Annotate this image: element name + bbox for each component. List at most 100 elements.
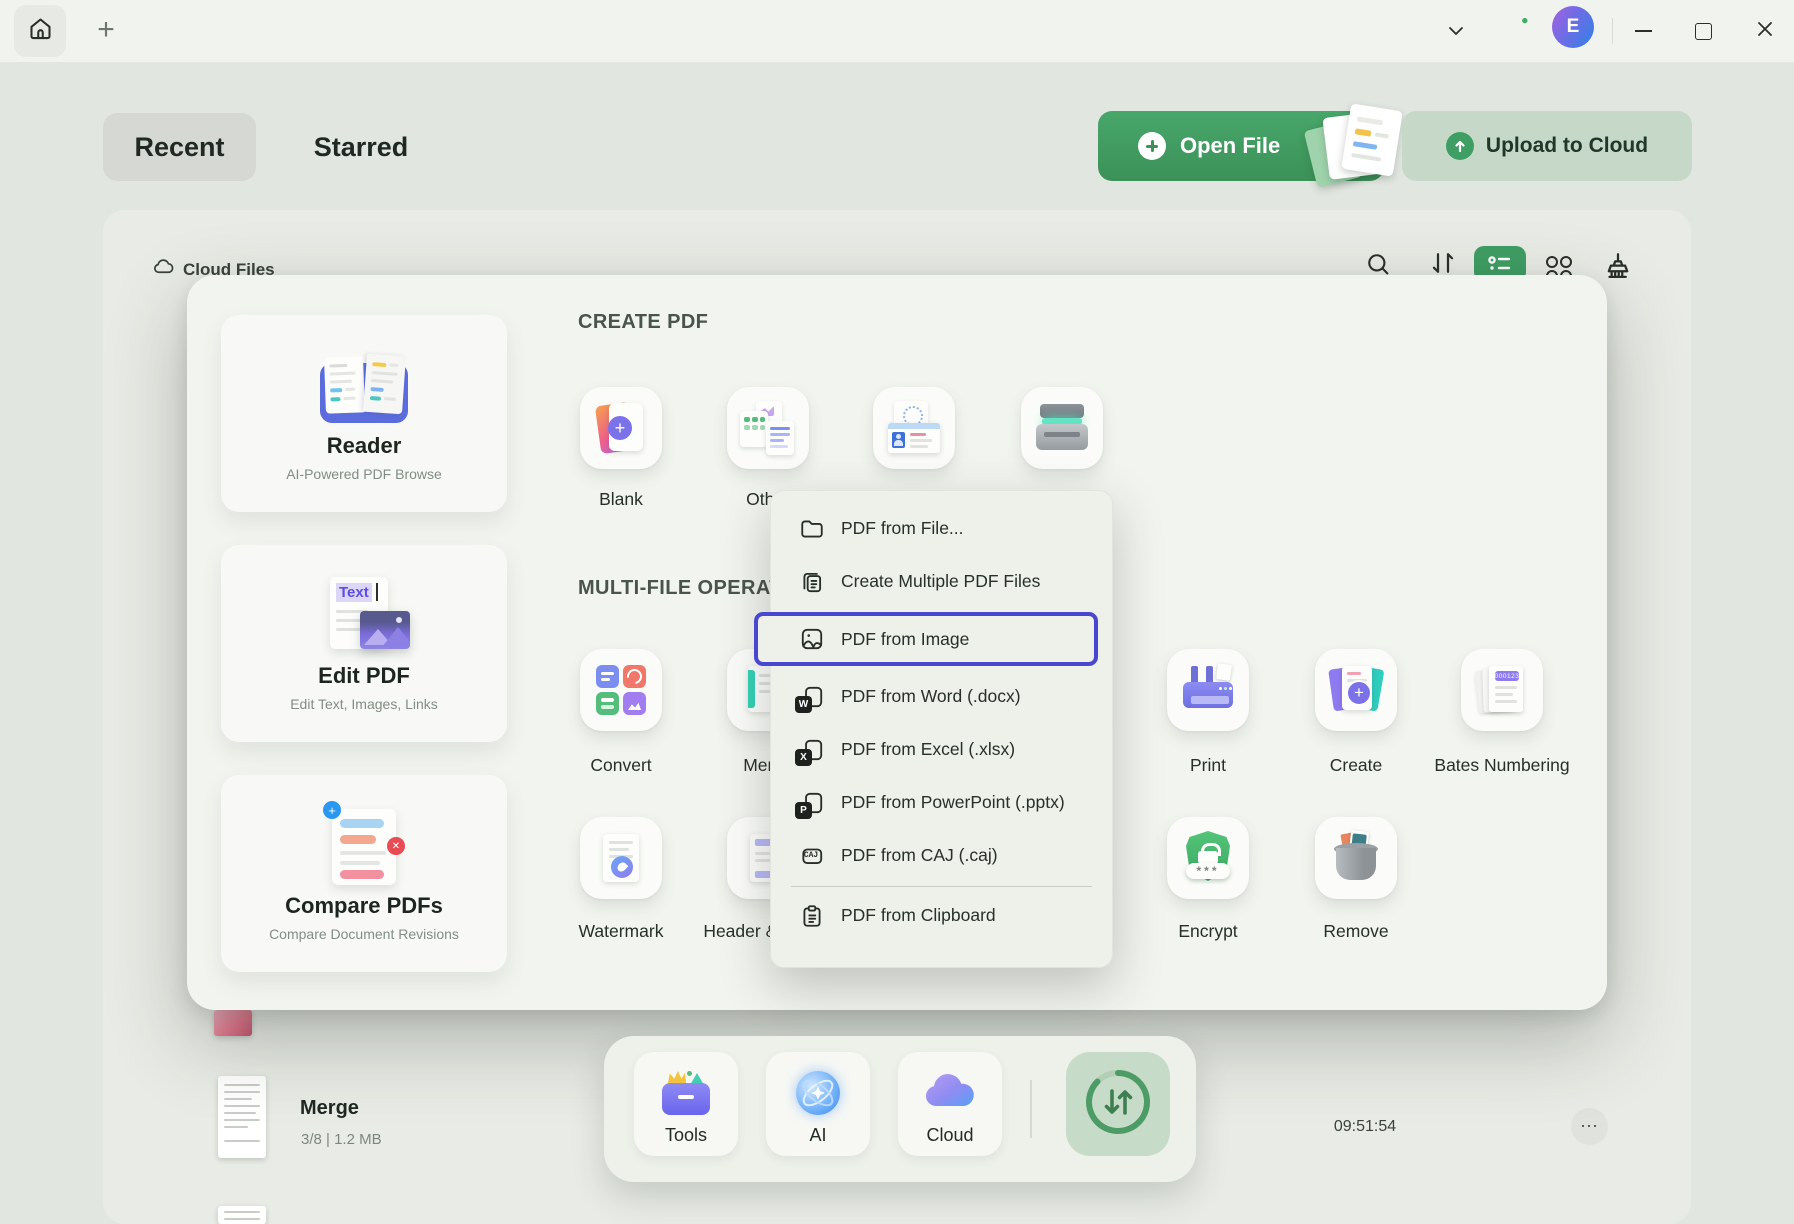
- new-tab-button[interactable]: +: [88, 12, 124, 48]
- menu-item-pdf-from-image[interactable]: PDF from Image: [754, 612, 1098, 666]
- other-formats-icon: [740, 401, 796, 455]
- transfer-progress-button[interactable]: [1066, 1052, 1170, 1156]
- dock-tools-button[interactable]: Tools: [634, 1052, 738, 1156]
- watermark-tile[interactable]: [580, 817, 662, 899]
- ai-icon: [792, 1069, 844, 1117]
- image-icon: [799, 626, 825, 652]
- avatar[interactable]: E: [1552, 6, 1594, 48]
- edit-pdf-icon: Text: [316, 545, 412, 657]
- encrypt-tile[interactable]: ***: [1167, 817, 1249, 899]
- merge-file-thumbnail[interactable]: [218, 1076, 266, 1158]
- blank-pdf-icon: +: [594, 401, 648, 455]
- close-button[interactable]: [1745, 13, 1785, 49]
- tab-starred[interactable]: Starred: [296, 113, 426, 181]
- titlebar-divider: [1612, 18, 1613, 44]
- chevron-down-icon[interactable]: [1438, 14, 1474, 48]
- remove-bin-icon: [1330, 831, 1382, 885]
- powerpoint-file-icon: P: [799, 790, 825, 816]
- print-icon: [1181, 664, 1235, 716]
- dock-ai-label: AI: [809, 1125, 826, 1146]
- close-icon: [1756, 20, 1774, 43]
- create-batch-tile[interactable]: +: [1315, 649, 1397, 731]
- convert-tile[interactable]: [580, 649, 662, 731]
- menu-item-create-multiple[interactable]: Create Multiple PDF Files: [771, 555, 1112, 608]
- menu-item-pdf-from-powerpoint[interactable]: P PDF from PowerPoint (.pptx): [771, 776, 1112, 829]
- clean-button[interactable]: [1601, 250, 1635, 289]
- print-tile[interactable]: [1167, 649, 1249, 731]
- tab-starred-label: Starred: [314, 132, 409, 163]
- transfer-arrows-icon: [1079, 1063, 1157, 1146]
- reader-card[interactable]: Reader AI-Powered PDF Browse: [221, 315, 507, 512]
- compare-pdfs-icon: + ✕: [321, 775, 407, 887]
- dock-ai-button[interactable]: AI: [766, 1052, 870, 1156]
- id-card-icon: [886, 401, 942, 455]
- edit-text-label: Text: [336, 583, 372, 602]
- dock-cloud-button[interactable]: Cloud: [898, 1052, 1002, 1156]
- tile-label-create: Create: [1330, 755, 1383, 776]
- plus-badge-icon: +: [323, 801, 341, 819]
- open-file-button[interactable]: Open File: [1098, 111, 1384, 181]
- minimize-button[interactable]: [1623, 16, 1663, 46]
- tile-label-remove: Remove: [1323, 921, 1388, 942]
- cloud-icon: [152, 256, 175, 284]
- create-from-idcard-tile[interactable]: [873, 387, 955, 469]
- folder-icon: [799, 516, 825, 542]
- edit-pdf-card-subtitle: Edit Text, Images, Links: [290, 696, 438, 712]
- menu-item-pdf-from-caj[interactable]: CAJ PDF from CAJ (.caj): [771, 829, 1112, 882]
- create-from-scanner-tile[interactable]: [1021, 387, 1103, 469]
- compare-pdfs-card-subtitle: Compare Document Revisions: [269, 926, 459, 942]
- file-row-title[interactable]: Merge: [300, 1097, 359, 1120]
- dock-tools-label: Tools: [665, 1125, 707, 1146]
- home-icon: [27, 15, 54, 47]
- tile-label-watermark: Watermark: [579, 921, 664, 942]
- tile-label-bates: Bates Numbering: [1434, 755, 1569, 776]
- menu-item-pdf-from-clipboard[interactable]: PDF from Clipboard: [771, 891, 1112, 940]
- excel-badge: X: [795, 749, 812, 766]
- more-options-button[interactable]: ⋯: [1571, 1108, 1608, 1145]
- dock-cloud-label: Cloud: [926, 1125, 973, 1146]
- create-pdf-heading: CREATE PDF: [578, 311, 708, 334]
- remove-tile[interactable]: [1315, 817, 1397, 899]
- open-file-label: Open File: [1180, 133, 1280, 159]
- compare-pdfs-card[interactable]: + ✕ Compare PDFs Compare Document Revisi…: [221, 775, 507, 972]
- bates-badge-text: 000123: [1495, 671, 1519, 681]
- tile-label-convert: Convert: [590, 755, 651, 776]
- encrypt-shield-icon: ***: [1180, 831, 1236, 885]
- upload-to-cloud-label: Upload to Cloud: [1486, 134, 1648, 158]
- menu-item-label: PDF from Word (.docx): [841, 686, 1021, 707]
- convert-icon: [596, 665, 646, 715]
- tab-recent[interactable]: Recent: [103, 113, 256, 181]
- menu-item-pdf-from-word[interactable]: W PDF from Word (.docx): [771, 670, 1112, 723]
- home-tab[interactable]: [14, 5, 66, 57]
- menu-item-pdf-from-file[interactable]: PDF from File...: [771, 502, 1112, 555]
- reader-book-icon: [316, 315, 412, 427]
- menu-item-label: PDF from PowerPoint (.pptx): [841, 792, 1065, 813]
- bates-numbering-tile[interactable]: 000123: [1461, 649, 1543, 731]
- create-other-tile[interactable]: [727, 387, 809, 469]
- file-thumbnail-bottom[interactable]: [218, 1206, 266, 1224]
- file-thumbnail-partial[interactable]: [214, 1010, 252, 1036]
- maximize-button[interactable]: [1683, 13, 1723, 49]
- clipboard-icon: [799, 903, 825, 929]
- menu-item-label: PDF from File...: [841, 518, 964, 539]
- tab-recent-label: Recent: [134, 132, 224, 163]
- upload-icon: [1446, 132, 1474, 160]
- menu-item-label: PDF from Excel (.xlsx): [841, 739, 1015, 760]
- word-badge: W: [795, 696, 812, 713]
- cloud-storage-icon: [922, 1068, 978, 1117]
- compare-pdfs-card-title: Compare PDFs: [285, 893, 443, 919]
- create-batch-icon: +: [1329, 664, 1383, 716]
- menu-item-pdf-from-excel[interactable]: X PDF from Excel (.xlsx): [771, 723, 1112, 776]
- create-blank-tile[interactable]: +: [580, 387, 662, 469]
- tools-icon: [660, 1071, 712, 1117]
- create-pdf-context-menu: PDF from File... Create Multiple PDF Fil…: [770, 490, 1113, 968]
- minimize-icon: [1635, 30, 1652, 32]
- x-badge-icon: ✕: [387, 837, 405, 855]
- caj-badge: CAJ: [802, 851, 820, 860]
- notifications-button[interactable]: [1496, 10, 1538, 52]
- powerpoint-badge: P: [795, 802, 812, 819]
- edit-pdf-card[interactable]: Text Edit PDF Edit Text, Images, Links: [221, 545, 507, 742]
- scanner-icon: [1033, 402, 1091, 454]
- upload-to-cloud-button[interactable]: Upload to Cloud: [1402, 111, 1692, 181]
- caj-file-icon: CAJ: [799, 843, 825, 869]
